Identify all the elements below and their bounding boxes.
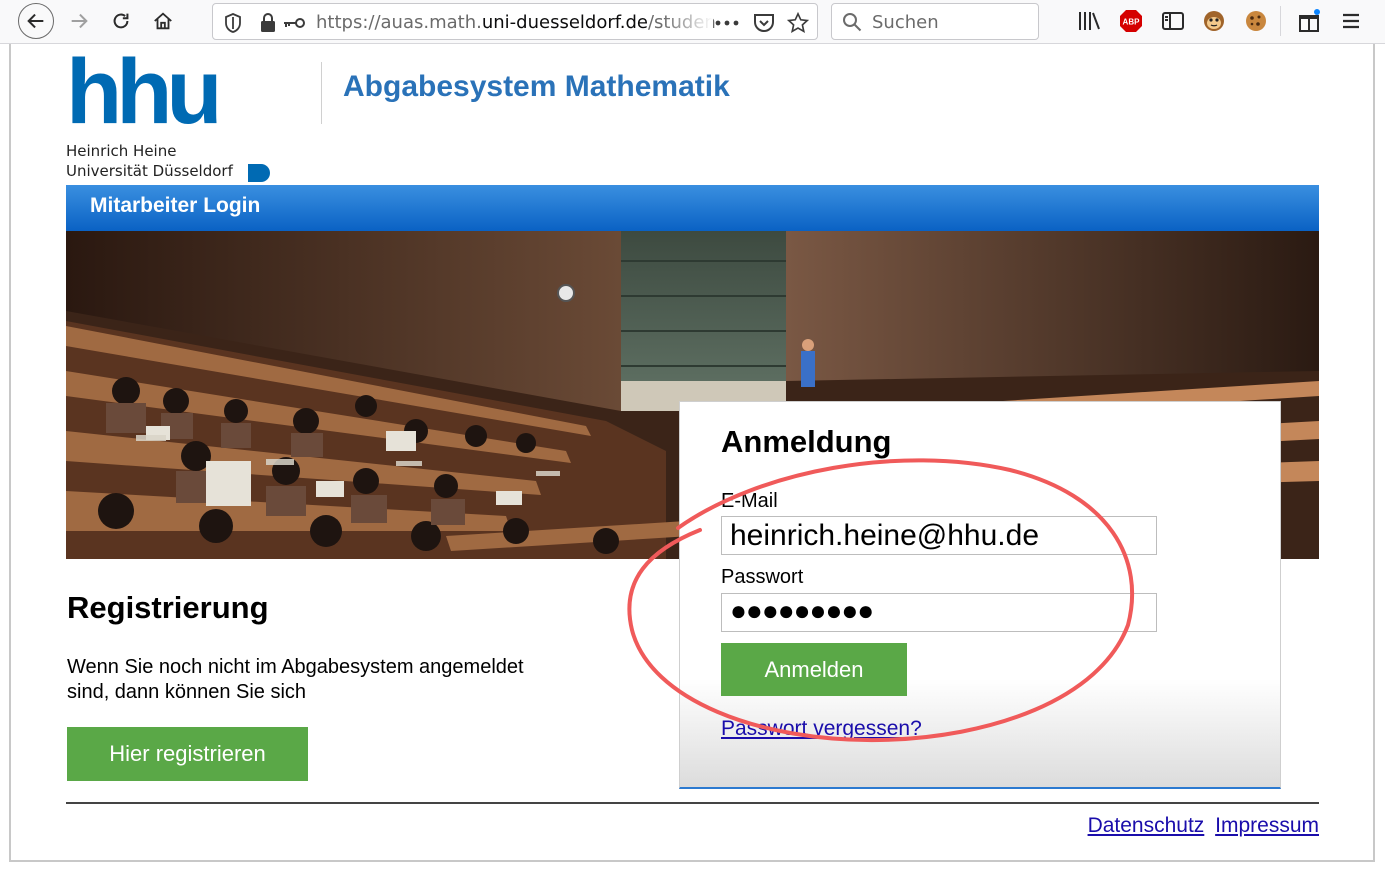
search-bar[interactable]: Suchen: [831, 3, 1039, 40]
search-placeholder: Suchen: [872, 12, 939, 33]
footer-links: Datenschutz Impressum: [1083, 814, 1319, 838]
url-domain: uni-duesseldorf.de: [481, 12, 648, 33]
bookmark-star-icon[interactable]: [785, 4, 811, 41]
footer-divider: [66, 802, 1319, 804]
hhu-logo[interactable]: hhu Heinrich Heine Universität Düsseldor…: [66, 46, 272, 184]
arrow-left-icon: [27, 13, 44, 29]
forgot-password-link[interactable]: Passwort vergessen?: [721, 717, 922, 741]
home-button[interactable]: [146, 4, 180, 38]
page-border-bottom: [9, 860, 1375, 862]
logo-d-mark: [248, 164, 270, 182]
home-icon: [154, 12, 172, 30]
registration-text: Wenn Sie noch nicht im Abgabesystem ange…: [67, 656, 524, 703]
registration-title: Registrierung: [67, 590, 269, 625]
gift-icon[interactable]: [1296, 8, 1322, 34]
adblock-badge-text: ABP: [1123, 18, 1141, 27]
privacy-link[interactable]: Datenschutz: [1088, 814, 1205, 837]
password-label: Passwort: [721, 566, 804, 588]
arrow-right-icon: [71, 13, 88, 29]
header-separator: [321, 62, 322, 124]
key-icon[interactable]: [281, 4, 307, 41]
logo-wordmark: hhu: [66, 41, 223, 143]
email-field[interactable]: heinrich.heine@hhu.de: [721, 516, 1157, 555]
cookie-extension-icon[interactable]: [1243, 8, 1269, 34]
url-bar[interactable]: https://auas.math.uni-duesseldorf.de/stu…: [212, 3, 818, 40]
browser-toolbar: https://auas.math.uni-duesseldorf.de/stu…: [0, 0, 1385, 44]
site-title: Abgabesystem Mathematik: [343, 70, 730, 103]
login-title: Anmeldung: [721, 424, 892, 459]
sidebar-toggle-icon[interactable]: [1160, 8, 1186, 34]
url-fade: [663, 6, 713, 39]
forward-button[interactable]: [62, 4, 96, 38]
page-border-left: [9, 44, 11, 861]
library-icon[interactable]: [1076, 8, 1102, 34]
page-border-right: [1373, 44, 1375, 861]
login-panel: Anmeldung E-Mail heinrich.heine@hhu.de P…: [679, 401, 1281, 789]
register-button[interactable]: Hier registrieren: [67, 727, 308, 781]
lock-icon[interactable]: [257, 4, 279, 41]
adblock-icon[interactable]: ABP: [1118, 8, 1144, 34]
toolbar-separator: [1280, 6, 1281, 36]
imprint-link[interactable]: Impressum: [1215, 814, 1319, 837]
reload-icon: [113, 13, 129, 29]
staff-login-link[interactable]: Mitarbeiter Login: [90, 185, 260, 227]
search-icon: [843, 13, 862, 32]
logo-line2: Universität Düsseldorf: [66, 162, 233, 180]
tracking-shield-icon[interactable]: [221, 4, 245, 41]
nav-bar: Mitarbeiter Login: [66, 185, 1319, 231]
back-button[interactable]: [18, 3, 54, 39]
password-field[interactable]: ●●●●●●●●●: [721, 593, 1157, 632]
url-text[interactable]: https://auas.math.uni-duesseldorf.de/stu…: [316, 4, 716, 41]
reload-button[interactable]: [104, 4, 138, 38]
page-actions-icon[interactable]: [713, 4, 741, 41]
logo-line1: Heinrich Heine: [66, 142, 177, 160]
email-label: E-Mail: [721, 490, 778, 512]
pocket-icon[interactable]: [751, 4, 777, 41]
login-button[interactable]: Anmelden: [721, 643, 907, 696]
menu-icon[interactable]: [1338, 8, 1364, 34]
url-prefix: https://auas.math.: [316, 12, 482, 33]
monkey-extension-icon[interactable]: [1201, 8, 1227, 34]
